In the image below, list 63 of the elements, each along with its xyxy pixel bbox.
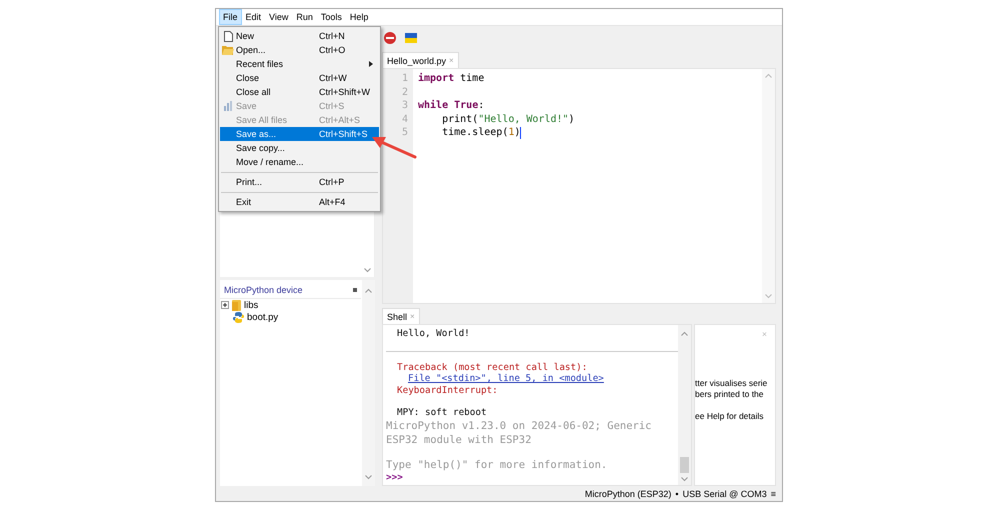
- menu-button[interactable]: ≡: [770, 488, 776, 498]
- pointer-arrow: [371, 135, 417, 159]
- line-number: 4: [400, 112, 409, 126]
- expand-icon[interactable]: [221, 301, 229, 309]
- menu-item[interactable]: Move / rename...: [220, 155, 379, 169]
- plotter-hint: tter visualises serie: [695, 378, 768, 388]
- shell-line: Type "help()" for more information.: [386, 458, 608, 472]
- scroll-down-icon[interactable]: [365, 475, 372, 480]
- menu-item[interactable]: Help: [346, 9, 372, 25]
- code-line: time.sleep(1): [441, 126, 520, 140]
- folder-icon: [222, 45, 234, 55]
- menu-item[interactable]: Save copy...: [220, 141, 379, 155]
- menu-item[interactable]: Edit: [242, 9, 266, 25]
- menu-item[interactable]: Exit Alt+F4: [220, 195, 379, 209]
- menu-item[interactable]: Save as... Ctrl+Shift+S: [220, 127, 379, 141]
- separator-dot: •: [675, 488, 679, 498]
- chart-icon: [222, 101, 234, 111]
- menu-item[interactable]: Close all Ctrl+Shift+W: [220, 85, 379, 99]
- shell-prompt: >>>: [386, 472, 404, 483]
- submenu-arrow-icon: [369, 61, 373, 67]
- shell-line: MicroPython v1.23.0 on 2024-06-02; Generic ESP32 module with ESP32: [386, 418, 653, 446]
- line-number: 5: [400, 126, 409, 140]
- menu-item[interactable]: Tools: [316, 9, 346, 25]
- scrollbar-thumb[interactable]: [680, 457, 689, 473]
- tree-item[interactable]: libs: [244, 300, 258, 310]
- panel-title: MicroPython device: [224, 285, 303, 295]
- scroll-down-icon[interactable]: [681, 477, 688, 482]
- document-icon: [224, 30, 232, 42]
- interpreter-status[interactable]: MicroPython (ESP32): [584, 488, 672, 498]
- shell-line: KeyboardInterrupt:: [396, 384, 499, 396]
- menu-item[interactable]: Open... Ctrl+O: [220, 43, 379, 57]
- line-number: 2: [400, 86, 409, 99]
- shell-line: Traceback (most recent call last):: [396, 362, 588, 373]
- tab[interactable]: Shell ×: [382, 308, 420, 324]
- code-line: import time: [418, 72, 484, 86]
- code-line: print("Hello, World!"): [441, 112, 575, 126]
- line-number: 3: [400, 99, 409, 112]
- menu-item[interactable]: New Ctrl+N: [220, 29, 379, 43]
- flag-icon[interactable]: [405, 33, 417, 43]
- code-line: while True:: [418, 99, 484, 112]
- tree-item[interactable]: boot.py: [247, 312, 278, 322]
- menu-item[interactable]: Run: [292, 9, 317, 25]
- menu-item[interactable]: Close Ctrl+W: [220, 71, 379, 85]
- traceback-link[interactable]: File "<stdin>", line 5, in <module>: [408, 373, 604, 384]
- shell-line: Hello, World!: [396, 328, 471, 340]
- menu-item[interactable]: Print... Ctrl+P: [220, 175, 379, 189]
- scroll-down-icon[interactable]: [364, 268, 371, 273]
- shell-line: MPY: soft reboot: [396, 407, 488, 418]
- scroll-up-icon[interactable]: [365, 288, 372, 293]
- stop-icon[interactable]: [384, 32, 396, 44]
- plotter-hint: bers printed to the: [695, 389, 764, 399]
- plotter-hint: ee Help for details: [695, 411, 764, 421]
- line-number: 1: [400, 72, 409, 86]
- folder-icon: [232, 300, 241, 310]
- python-icon: [233, 312, 244, 322]
- menu-item[interactable]: Recent files: [220, 57, 379, 71]
- scroll-down-icon[interactable]: [765, 294, 772, 299]
- scroll-up-icon[interactable]: [765, 73, 772, 78]
- scroll-up-icon[interactable]: [681, 331, 688, 336]
- tab[interactable]: Hello_world.py ×: [382, 52, 459, 68]
- menu-item[interactable]: View: [265, 9, 292, 25]
- menu-item[interactable]: File: [219, 9, 242, 25]
- port-status[interactable]: USB Serial @ COM3: [682, 488, 767, 498]
